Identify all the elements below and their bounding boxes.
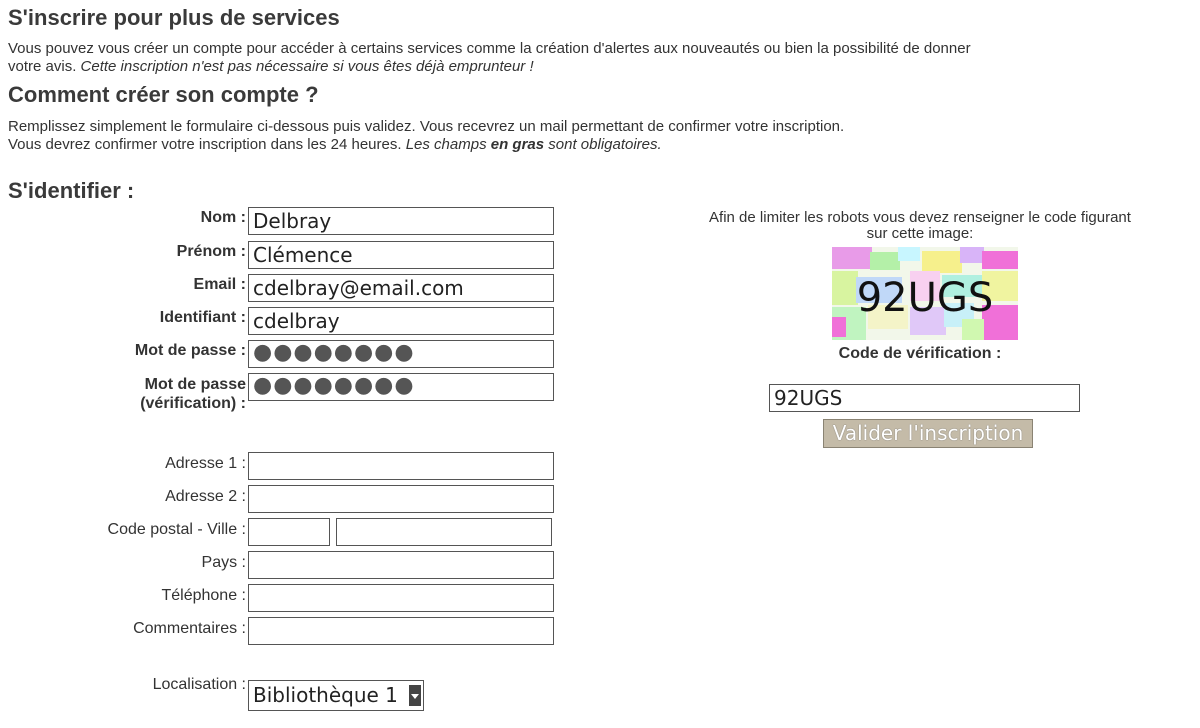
label-adresse2: Adresse 2 : <box>165 488 246 505</box>
intro-text-line2: votre avis. Cette inscription n'est pas … <box>8 58 534 76</box>
heading-identifier: S'identifier : <box>8 178 135 203</box>
label-password: Mot de passe : <box>134 342 246 359</box>
adresse2-input[interactable] <box>248 485 554 513</box>
howto-text-line2: Vous devrez confirmer votre inscription … <box>8 136 662 154</box>
captcha-image-text: 92UGS <box>857 275 994 321</box>
label-telephone: Téléphone : <box>161 587 246 604</box>
captcha-instruction-line2: sur cette image: <box>866 225 974 242</box>
label-password-confirm: Mot de passe (vérification) : <box>140 375 246 413</box>
telephone-input[interactable] <box>248 584 554 612</box>
howto-text-line2-normal: Vous devrez confirmer votre inscription … <box>8 136 406 153</box>
label-commentaires: Commentaires : <box>133 620 246 637</box>
intro-text-line1: Vous pouvez vous créer un compte pour ac… <box>8 40 971 57</box>
howto-text-italic-b: sont obligatoires. <box>544 136 662 153</box>
label-code-postal-ville: Code postal - Ville : <box>107 521 246 538</box>
captcha-code-label: Code de vérification : <box>838 345 1002 362</box>
label-email: Email : <box>193 276 246 293</box>
password-confirm-input[interactable]: ●●●●●●●● <box>248 373 554 401</box>
intro-text-line2-normal: votre avis. <box>8 58 81 75</box>
label-password-confirm-line2: (vérification) : <box>140 395 246 412</box>
ville-input[interactable] <box>336 518 552 546</box>
intro-text-line2-italic: Cette inscription n'est pas nécessaire s… <box>80 58 534 75</box>
captcha-image: 92UGS <box>832 247 1018 340</box>
captcha-code-input[interactable]: 92UGS <box>769 384 1080 412</box>
submit-button[interactable]: Valider l'inscription <box>823 419 1033 448</box>
pays-input[interactable] <box>248 551 554 579</box>
captcha-instruction: Afin de limiter les robots vous devez re… <box>640 210 1200 242</box>
label-prenom: Prénom : <box>176 243 246 260</box>
password-input[interactable]: ●●●●●●●● <box>248 340 554 368</box>
code-postal-input[interactable] <box>248 518 330 546</box>
chevron-down-icon[interactable] <box>409 685 421 706</box>
label-password-confirm-line1: Mot de passe <box>144 376 246 393</box>
captcha-image-svg: 92UGS <box>832 247 1018 340</box>
label-pays: Pays : <box>201 554 246 571</box>
heading-inscrire: S'inscrire pour plus de services <box>8 5 340 30</box>
nom-input[interactable]: Delbray <box>248 207 554 235</box>
identifiant-input[interactable]: cdelbray <box>248 307 554 335</box>
label-localisation: Localisation : <box>152 676 246 693</box>
captcha-instruction-line1: Afin de limiter les robots vous devez re… <box>709 209 1131 226</box>
commentaires-input[interactable] <box>248 617 554 645</box>
heading-comment-creer: Comment créer son compte ? <box>8 82 319 107</box>
label-identifiant: Identifiant : <box>159 309 246 326</box>
localisation-selected-value: Bibliothèque 1 <box>253 683 398 707</box>
localisation-select[interactable]: Bibliothèque 1 <box>248 680 424 711</box>
label-nom: Nom : <box>200 209 246 226</box>
prenom-input[interactable]: Clémence <box>248 241 554 269</box>
adresse1-input[interactable] <box>248 452 554 480</box>
label-adresse1: Adresse 1 : <box>165 455 246 472</box>
howto-text-italic-a: Les champs <box>405 136 491 153</box>
howto-text-line1: Remplissez simplement le formulaire ci-d… <box>8 118 845 135</box>
email-input[interactable]: cdelbray@email.com <box>248 274 554 302</box>
howto-text-bold: en gras <box>490 136 545 153</box>
